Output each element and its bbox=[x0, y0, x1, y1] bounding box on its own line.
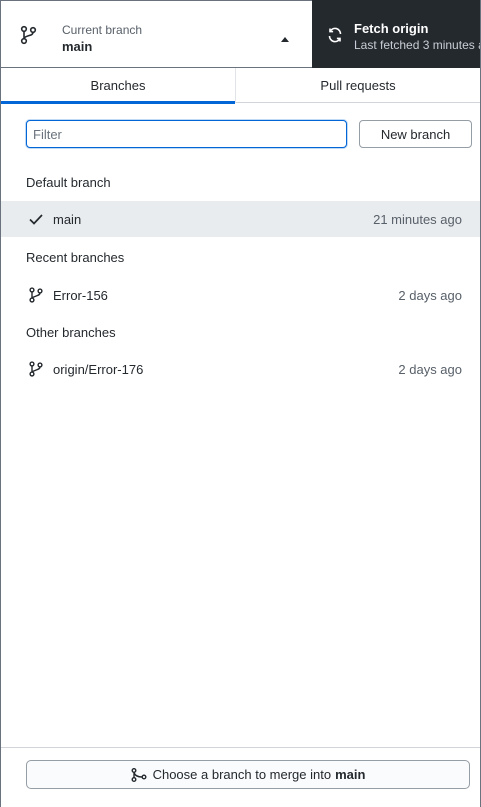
branch-name: Error-156 bbox=[53, 288, 108, 303]
branch-row-origin-error-176[interactable]: origin/Error-176 2 days ago bbox=[1, 351, 480, 387]
branch-time: 2 days ago bbox=[398, 362, 462, 377]
merge-label: Choose a branch to merge into bbox=[152, 767, 332, 782]
branches-panel: Current branch main Fetch origin Last fe… bbox=[0, 0, 481, 807]
filter-input[interactable] bbox=[26, 120, 347, 148]
branch-time: 21 minutes ago bbox=[373, 212, 462, 227]
branch-name: origin/Error-176 bbox=[53, 362, 144, 377]
caret-up-icon bbox=[281, 37, 289, 42]
current-branch-value: main bbox=[62, 39, 93, 54]
git-branch-icon bbox=[20, 25, 37, 45]
current-branch-button[interactable]: Current branch main bbox=[1, 0, 312, 68]
tab-pull-requests[interactable]: Pull requests bbox=[236, 68, 480, 103]
git-branch-icon bbox=[29, 361, 43, 377]
tab-bar: Branches Pull requests bbox=[1, 68, 480, 104]
fetch-subtitle: Last fetched 3 minutes ago bbox=[354, 38, 480, 52]
toolbar: Current branch main Fetch origin Last fe… bbox=[1, 0, 480, 68]
merge-target-branch: main bbox=[335, 767, 366, 782]
fetch-title: Fetch origin bbox=[354, 21, 429, 36]
section-header-recent: Recent branches bbox=[26, 250, 125, 265]
current-branch-label: Current branch bbox=[62, 23, 143, 37]
section-header-other: Other branches bbox=[26, 325, 116, 340]
new-branch-button[interactable]: New branch bbox=[359, 120, 472, 148]
branch-row-main[interactable]: main 21 minutes ago bbox=[1, 201, 480, 237]
git-merge-icon bbox=[131, 767, 147, 782]
branch-time: 2 days ago bbox=[398, 288, 462, 303]
git-branch-icon bbox=[29, 287, 43, 303]
fetch-origin-button[interactable]: Fetch origin Last fetched 3 minutes ago bbox=[312, 0, 480, 68]
filter-row: New branch bbox=[1, 103, 480, 163]
merge-footer: Choose a branch to merge into main bbox=[1, 747, 480, 807]
check-icon bbox=[29, 214, 43, 225]
sync-icon bbox=[328, 27, 342, 43]
branch-name: main bbox=[53, 212, 82, 227]
branch-row-error-156[interactable]: Error-156 2 days ago bbox=[1, 277, 480, 313]
choose-merge-branch-button[interactable]: Choose a branch to merge into main bbox=[26, 760, 470, 789]
tab-branches[interactable]: Branches bbox=[1, 68, 236, 104]
section-header-default: Default branch bbox=[26, 175, 111, 190]
